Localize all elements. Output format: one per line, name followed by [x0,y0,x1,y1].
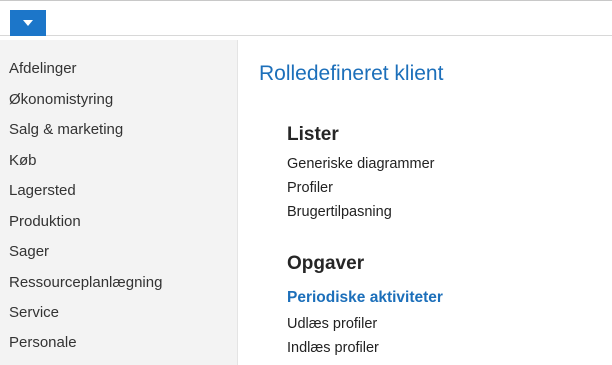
group-heading-periodiske-aktiviteter: Periodiske aktiviteter [287,289,443,306]
sidebar-item-service[interactable]: Service [9,304,59,321]
link-udlaes-profiler[interactable]: Udlæs profiler [287,316,377,332]
sidebar-item-salg-marketing[interactable]: Salg & marketing [9,121,123,138]
page-title: Rolledefineret klient [259,62,444,85]
sidebar-item-personale[interactable]: Personale [9,334,77,351]
link-brugertilpasning[interactable]: Brugertilpasning [287,204,392,220]
sidebar-item-sager[interactable]: Sager [9,243,49,260]
sidebar-item-okonomistyring[interactable]: Økonomistyring [9,91,113,108]
section-heading-opgaver: Opgaver [287,253,365,274]
sidebar: Afdelinger Økonomistyring Salg & marketi… [0,40,238,365]
navigation-menu-button[interactable] [10,10,46,36]
top-bar [0,0,612,36]
sidebar-item-produktion[interactable]: Produktion [9,213,81,230]
link-generiske-diagrammer[interactable]: Generiske diagrammer [287,156,434,172]
sidebar-item-ressourceplanlaegning[interactable]: Ressourceplanlægning [9,274,162,291]
link-indlaes-profiler[interactable]: Indlæs profiler [287,340,379,356]
section-heading-lister: Lister [287,124,339,145]
link-profiler[interactable]: Profiler [287,180,333,196]
sidebar-item-kob[interactable]: Køb [9,152,37,169]
chevron-down-icon [23,19,33,27]
sidebar-item-lagersted[interactable]: Lagersted [9,182,76,199]
sidebar-item-afdelinger[interactable]: Afdelinger [9,60,77,77]
